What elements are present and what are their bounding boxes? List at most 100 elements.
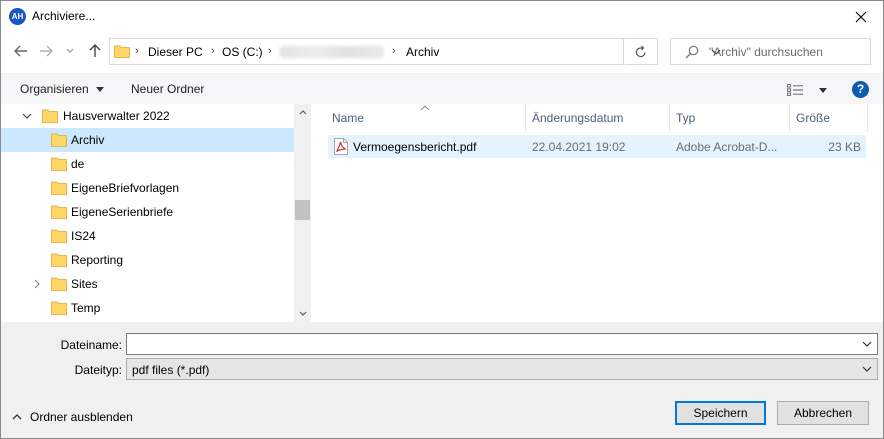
tree-item-label: Hausverwalter 2022 — [63, 109, 170, 123]
breadcrumb-separator-icon: › — [211, 45, 215, 57]
arrow-left-icon — [14, 45, 27, 57]
file-size: 23 KB — [828, 140, 861, 154]
tree-item-de[interactable]: de — [1, 152, 294, 176]
scroll-down-button[interactable] — [294, 305, 311, 322]
filetype-dropdown[interactable] — [860, 362, 874, 376]
hide-folders-label: Ordner ausblenden — [30, 410, 133, 424]
help-button[interactable]: ? — [852, 81, 869, 98]
filetype-select[interactable]: pdf files (*.pdf) — [126, 358, 878, 380]
column-divider[interactable] — [525, 104, 526, 132]
back-button[interactable] — [10, 40, 32, 62]
tree-item-archiv[interactable]: Archiv — [1, 128, 294, 152]
folder-icon — [51, 181, 67, 195]
organize-label: Organisieren — [20, 82, 89, 96]
chevron-down-icon — [299, 311, 306, 316]
cancel-button[interactable]: Abbrechen — [777, 401, 869, 425]
tree-item-reporting[interactable]: Reporting — [1, 248, 294, 272]
caret-down-icon — [95, 86, 104, 92]
chevron-up-icon — [12, 414, 22, 420]
hide-folders-toggle[interactable]: Ordner ausblenden — [12, 409, 133, 425]
tree-item-label: Archiv — [71, 133, 105, 147]
app-icon: AH — [9, 8, 26, 25]
filename-history-dropdown[interactable] — [860, 337, 874, 351]
refresh-icon — [635, 45, 646, 58]
window-title: Archiviere... — [32, 9, 96, 23]
filename-field[interactable] — [126, 333, 878, 355]
filetype-label: Dateityp: — [74, 363, 122, 377]
column-header-name[interactable]: Name — [332, 111, 364, 125]
folder-icon — [51, 205, 67, 219]
address-bar[interactable]: › Dieser PC › OS (C:) › › Archiv — [109, 38, 721, 65]
up-button[interactable] — [84, 40, 106, 62]
change-view-button[interactable] — [787, 80, 827, 100]
file-list: Name Änderungsdatum Typ Größe Vermoegens… — [311, 104, 883, 322]
file-date: 22.04.2021 19:02 — [532, 140, 626, 154]
folder-icon — [51, 229, 67, 243]
save-button[interactable]: Speichern — [675, 401, 766, 425]
tree-item-sites[interactable]: Sites — [1, 272, 294, 296]
search-box[interactable] — [670, 38, 871, 65]
chevron-down-icon — [862, 366, 872, 372]
tree-item-is24[interactable]: IS24 — [1, 224, 294, 248]
tree-item-eigenebriefvorlagen[interactable]: EigeneBriefvorlagen — [1, 176, 294, 200]
breadcrumb-separator-icon: › — [392, 45, 396, 57]
folder-icon — [114, 45, 130, 58]
folder-icon — [51, 133, 67, 147]
tree-item-label: Reporting — [71, 253, 124, 267]
details-view-icon — [787, 84, 803, 96]
column-divider[interactable] — [789, 104, 790, 132]
breadcrumb-archiv[interactable]: Archiv — [406, 45, 439, 59]
tree-item-label: de — [71, 157, 85, 171]
tree-item-label: Sites — [71, 277, 98, 291]
arrow-up-icon — [89, 44, 101, 57]
filename-label: Dateiname: — [60, 338, 122, 352]
tree-item-label: EigeneSerienbriefe — [71, 205, 174, 219]
tree-item-label: Temp — [71, 301, 101, 315]
search-input[interactable] — [709, 43, 864, 61]
chevron-down-icon — [66, 48, 74, 53]
filename-input[interactable] — [131, 336, 851, 352]
command-toolbar: Organisieren Neuer Ordner ? — [1, 73, 883, 104]
breadcrumb-separator-icon: › — [268, 45, 272, 57]
organize-button[interactable]: Organisieren — [20, 82, 104, 96]
tree-item-temp[interactable]: Temp — [1, 296, 294, 320]
column-header-size[interactable]: Größe — [796, 111, 830, 125]
breadcrumb-redacted-folder[interactable] — [280, 46, 384, 58]
folder-icon — [51, 301, 67, 315]
new-folder-button[interactable]: Neuer Ordner — [131, 82, 204, 96]
pdf-icon — [334, 138, 348, 155]
breadcrumb-this-pc[interactable]: Dieser PC — [148, 45, 203, 59]
tree-item-hausverwalter[interactable]: Hausverwalter 2022 — [1, 104, 294, 128]
file-type: Adobe Acrobat-D... — [676, 140, 778, 154]
save-dialog: AH Archiviere... › Dieser PC › OS (C:) ›… — [0, 0, 884, 439]
column-divider[interactable] — [867, 104, 868, 132]
folder-icon — [51, 157, 67, 171]
chevron-down-icon — [862, 341, 872, 347]
chevron-up-icon — [299, 110, 306, 115]
tree-item-label: EigeneBriefvorlagen — [71, 181, 180, 195]
column-header-type[interactable]: Typ — [676, 111, 695, 125]
column-divider[interactable] — [669, 104, 670, 132]
tree-item-eigeneserienbriefe[interactable]: EigeneSerienbriefe — [1, 200, 294, 224]
scroll-up-button[interactable] — [294, 104, 311, 121]
file-row[interactable]: Vermoegensbericht.pdf 22.04.2021 19:02 A… — [328, 135, 866, 158]
navigation-pane: Hausverwalter 2022 Archiv de EigeneBrief… — [1, 104, 311, 322]
close-icon — [855, 11, 867, 22]
folder-icon — [51, 253, 67, 267]
breadcrumb-separator-icon: › — [135, 45, 139, 57]
refresh-button[interactable] — [625, 38, 658, 65]
close-button[interactable] — [839, 1, 883, 32]
folder-icon — [42, 109, 58, 123]
column-header-date[interactable]: Änderungsdatum — [532, 111, 623, 125]
recent-locations-button[interactable] — [63, 40, 77, 62]
tree-item-label: IS24 — [71, 229, 96, 243]
navigation-scrollbar[interactable] — [294, 104, 311, 322]
scroll-thumb[interactable] — [295, 200, 310, 220]
search-icon — [685, 45, 699, 59]
expanded-chevron-icon[interactable] — [20, 109, 34, 123]
forward-button[interactable] — [35, 40, 57, 62]
collapsed-chevron-icon[interactable] — [30, 277, 44, 291]
filetype-value: pdf files (*.pdf) — [132, 363, 210, 377]
breadcrumb-drive-c[interactable]: OS (C:) — [222, 45, 263, 59]
sort-ascending-icon — [420, 105, 430, 111]
